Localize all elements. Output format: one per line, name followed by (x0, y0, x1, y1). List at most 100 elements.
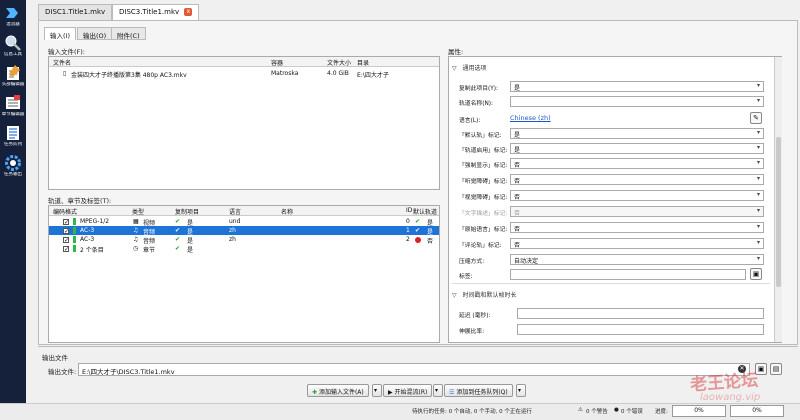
timing-section-header[interactable]: ▽ 时间戳和默认帧时长 (452, 290, 517, 299)
gear-icon (5, 155, 21, 171)
section-title: 时间戳和默认帧时长 (462, 292, 517, 299)
column-header[interactable]: ID (406, 207, 412, 214)
chapter-edit-icon (6, 95, 20, 109)
output-options-button[interactable]: ▤ (770, 363, 782, 375)
table-row[interactable]: ▯ 金装四大才子终播版第3集 480p AC3.mkv Matroska 4.0… (49, 69, 439, 79)
prop-label: 「轨道启用」标记: (459, 148, 508, 154)
properties-scrollbar[interactable] (774, 57, 782, 342)
table-row[interactable]: ✓ MPEG-1/2 ▦ 视频 ✔ 是 und 0 ✔ 是 (49, 217, 439, 227)
column-header[interactable]: 文件名 (53, 58, 71, 67)
column-header[interactable]: 容器 (271, 58, 283, 67)
chevron-down-icon: ▾ (518, 387, 522, 394)
progress-bar-total: 0% (730, 405, 784, 417)
warning-icon: ⚠ (578, 407, 583, 413)
track-color-bar (71, 227, 76, 234)
close-icon[interactable]: x (184, 8, 193, 16)
file-tab-disc1[interactable]: DISC1.Title1.mkv (38, 4, 113, 20)
visual-impaired-select[interactable]: 否 ▾ (510, 190, 764, 201)
sidebar-item-header-editor[interactable]: 头部编辑器 (0, 62, 26, 92)
tracks-table[interactable]: 编码格式 类型 复制项目 语言 名称 ID 默认轨道 ✓ MPEG-1/2 ▦ … (48, 205, 440, 343)
chevron-down-icon: ▾ (756, 97, 760, 104)
column-header[interactable]: 目录 (357, 58, 369, 67)
warnings-count[interactable]: 0 个警告 (586, 407, 608, 415)
column-header[interactable]: 名称 (281, 207, 293, 216)
forced-display-select[interactable]: 否 ▾ (510, 158, 764, 169)
tab-label: 输出(O) (83, 32, 107, 40)
copy-item-select[interactable]: 是 ▾ (510, 81, 764, 92)
general-options-header[interactable]: ▽ 通用选项 (452, 63, 487, 72)
track-checkbox[interactable]: ✓ (63, 227, 69, 234)
column-header[interactable]: 文件大小 (327, 58, 351, 67)
track-checkbox[interactable]: ✓ (63, 218, 69, 225)
queue-icon: ☰ (449, 389, 455, 396)
sidebar-item-info-tool[interactable]: 信息工具 (0, 32, 26, 62)
sidebar-item-multiplexer[interactable]: 混流器 (0, 2, 26, 32)
column-header[interactable]: 编码格式 (53, 207, 77, 216)
track-codec: 2 个条目 (80, 247, 104, 254)
add-to-queue-button[interactable]: ☰ 添加到任务队列(Q) (444, 384, 513, 397)
track-color-bar (71, 236, 76, 243)
tags-input[interactable] (510, 269, 746, 280)
divider (38, 346, 798, 347)
scrollbar-thumb[interactable] (776, 137, 781, 287)
select-value: 是 (514, 85, 521, 92)
language-link[interactable]: Chinese (zh) (510, 114, 551, 122)
sidebar-item-job-output[interactable]: 任务输出 (0, 152, 26, 182)
tab-input[interactable]: 输入(I) (44, 27, 76, 40)
check-icon: ✔ (175, 218, 181, 225)
errors-count[interactable]: 0 个错误 (621, 407, 643, 415)
commentary-select[interactable]: 否 ▾ (510, 238, 764, 249)
start-mux-button[interactable]: ▶ 开始混流(R) (383, 384, 433, 397)
tab-label: 附件(C) (117, 32, 140, 40)
sidebar-item-job-queue[interactable]: 任务队列 (0, 122, 26, 152)
properties-label: 属性: (448, 48, 464, 56)
column-header[interactable]: 类型 (132, 207, 144, 216)
column-header[interactable]: 语言 (229, 207, 241, 216)
browse-tags-button[interactable]: ▣ (750, 268, 762, 280)
table-row[interactable]: ✓ AC-3 ♫ 音频 ✔ 是 zh 1 ✔ 是 (49, 226, 439, 236)
tab-attachments[interactable]: 附件(C) (111, 27, 146, 40)
default-track-select[interactable]: 是 ▾ (510, 128, 764, 139)
track-name-select[interactable]: ▾ (510, 96, 764, 107)
sidebar-item-chapter-editor[interactable]: 章节编辑器 (0, 92, 26, 122)
tab-label: 输入(I) (50, 32, 70, 40)
compression-select[interactable]: 自动决定 ▾ (510, 254, 764, 265)
prop-label: 「默认轨」标记: (459, 133, 502, 139)
check-icon: ✔ (415, 227, 421, 234)
table-row[interactable]: ✓ AC-3 ♫ 音频 ✔ 是 zh 2 否 (49, 235, 439, 245)
save-file-icon: ▣ (757, 365, 765, 373)
video-icon: ▦ (133, 218, 139, 225)
delay-input[interactable] (517, 308, 764, 319)
column-header[interactable]: 复制项目 (175, 207, 199, 216)
select-value: 否 (514, 178, 521, 185)
track-copy: 是 (187, 247, 194, 254)
original-language-select[interactable]: 否 ▾ (510, 222, 764, 233)
hearing-impaired-select[interactable]: 否 ▾ (510, 174, 764, 185)
add-input-dropdown[interactable]: ▾ (372, 384, 382, 397)
input-files-label: 输入文件(F): (48, 48, 86, 56)
tab-output[interactable]: 输出(O) (77, 27, 113, 40)
track-enabled-select[interactable]: 是 ▾ (510, 143, 764, 154)
sidebar-item-label: 章节编辑器 (1, 112, 25, 117)
file-tab-disc3[interactable]: DISC3.Title1.mkv x (112, 4, 200, 21)
track-color-bar (71, 218, 76, 225)
folder-icon: ▤ (772, 365, 780, 373)
track-checkbox[interactable]: ✓ (63, 236, 69, 243)
prop-label: 语言(L): (459, 118, 481, 124)
add-input-file-button[interactable]: ✚ 添加输入文件(A) (307, 384, 369, 397)
add-to-queue-dropdown[interactable]: ▾ (516, 384, 526, 397)
sidebar-item-label: 头部编辑器 (1, 82, 25, 87)
table-row[interactable]: ✓ 2 个条目 ◷ 章节 ✔ 是 (49, 244, 439, 254)
input-files-table[interactable]: 文件名 容器 文件大小 目录 ▯ 金装四大才子终播版第3集 480p AC3.m… (48, 56, 440, 190)
pending-jobs-status: 待执行的任务: 0 个自动, 0 个手动, 0 个正在运行 (412, 409, 532, 415)
track-checkbox[interactable]: ✓ (63, 245, 69, 252)
prop-label: 伸展比率: (459, 329, 485, 335)
output-file-input[interactable]: E:\四大才子\DISC3.Title1.mkv ✕ (78, 363, 750, 376)
column-header[interactable]: 默认轨道 (413, 207, 437, 216)
button-label: 添加输入文件(A) (318, 389, 364, 396)
headphones-icon: ♫ (133, 236, 139, 243)
edit-language-button[interactable]: ✎ (750, 112, 762, 124)
start-mux-dropdown[interactable]: ▾ (433, 384, 443, 397)
stretch-input[interactable] (517, 324, 764, 335)
audio-icon: ♫ (133, 227, 139, 234)
